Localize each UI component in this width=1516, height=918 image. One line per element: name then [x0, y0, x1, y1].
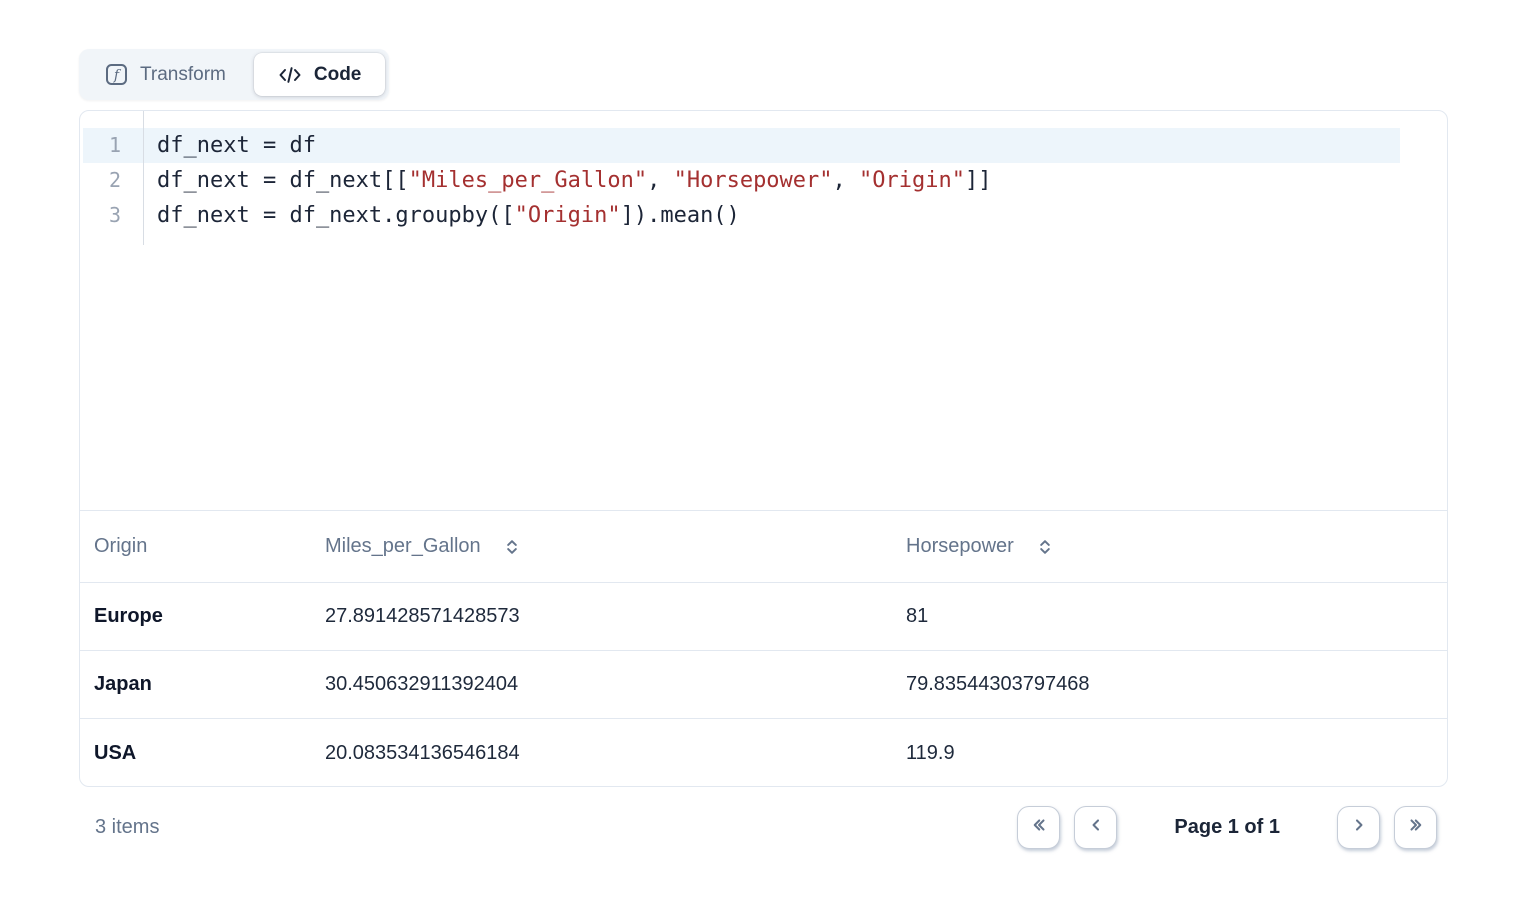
tab-transform[interactable]: f Transform [79, 53, 250, 96]
cell-origin: USA [94, 742, 325, 765]
view-tabbar: f Transform Code [79, 49, 389, 100]
code-token: , [647, 168, 674, 193]
column-header-miles-per-gallon[interactable]: Miles_per_Gallon [325, 535, 906, 558]
next-page-icon [1350, 816, 1368, 839]
sort-icon[interactable] [503, 538, 521, 556]
code-token: df_next = df_next.groupby([ [157, 203, 515, 228]
cell-horsepower: 119.9 [906, 742, 1447, 765]
code-text: df_next = df_next[["Miles_per_Gallon", "… [121, 163, 992, 198]
cell-horsepower: 79.83544303797468 [906, 673, 1447, 696]
line-number: 2 [83, 163, 121, 198]
cell-miles-per-gallon: 20.083534136546184 [325, 742, 906, 765]
table-row: Japan 30.450632911392404 79.835443037974… [80, 651, 1447, 719]
code-text: df_next = df_next.groupby(["Origin"]).me… [121, 198, 740, 233]
column-header-label: Miles_per_Gallon [325, 535, 481, 558]
tab-code-label: Code [314, 64, 362, 86]
previous-page-button[interactable] [1074, 806, 1117, 849]
code-token: df_next = df_next[[ [157, 168, 409, 193]
code-token: ]] [965, 168, 992, 193]
tab-code[interactable]: Code [254, 53, 386, 96]
code-icon [278, 66, 302, 84]
code-token-string: "Horsepower" [674, 168, 833, 193]
items-count: 3 items [95, 816, 159, 839]
function-icon: f [105, 63, 128, 86]
code-and-results-panel: 1 df_next = df 2 df_next = df_next[["Mil… [79, 110, 1448, 787]
code-line-2[interactable]: 2 df_next = df_next[["Miles_per_Gallon",… [83, 163, 1400, 198]
table-row: USA 20.083534136546184 119.9 [80, 719, 1447, 787]
code-line-1[interactable]: 1 df_next = df [83, 128, 1400, 163]
code-editor[interactable]: 1 df_next = df 2 df_next = df_next[["Mil… [80, 111, 1447, 511]
code-line-3[interactable]: 3 df_next = df_next.groupby(["Origin"]).… [83, 198, 1400, 233]
tab-transform-label: Transform [140, 64, 226, 86]
code-editor-content: 1 df_next = df 2 df_next = df_next[["Mil… [83, 111, 1447, 245]
line-number: 3 [83, 198, 121, 233]
code-token: ]).mean() [621, 203, 740, 228]
next-page-button[interactable] [1337, 806, 1380, 849]
page-indicator: Page 1 of 1 [1174, 816, 1280, 839]
gutter-divider [143, 111, 144, 245]
column-header-horsepower[interactable]: Horsepower [906, 535, 1447, 558]
column-header-origin: Origin [94, 535, 325, 558]
last-page-icon [1407, 816, 1425, 839]
cell-horsepower: 81 [906, 605, 1447, 628]
line-number: 1 [83, 128, 121, 163]
sort-icon[interactable] [1036, 538, 1054, 556]
svg-text:f: f [113, 68, 122, 84]
table-row: Europe 27.891428571428573 81 [80, 583, 1447, 651]
code-token-string: "Miles_per_Gallon" [409, 168, 647, 193]
pagination: Page 1 of 1 [1017, 806, 1437, 849]
column-header-label: Origin [94, 535, 147, 558]
column-header-label: Horsepower [906, 535, 1014, 558]
cell-miles-per-gallon: 27.891428571428573 [325, 605, 906, 628]
cell-origin: Europe [94, 605, 325, 628]
code-text: df_next = df [121, 128, 316, 163]
first-page-button[interactable] [1017, 806, 1060, 849]
cell-origin: Japan [94, 673, 325, 696]
table-footer: 3 items Page 1 of 1 [79, 787, 1448, 867]
previous-page-icon [1087, 816, 1105, 839]
table-header-row: Origin Miles_per_Gallon Horsepower [80, 511, 1447, 583]
code-token-string: "Origin" [859, 168, 965, 193]
code-token-string: "Origin" [515, 203, 621, 228]
last-page-button[interactable] [1394, 806, 1437, 849]
code-token: df_next = df [157, 133, 316, 158]
first-page-icon [1030, 816, 1048, 839]
cell-miles-per-gallon: 30.450632911392404 [325, 673, 906, 696]
code-token: , [833, 168, 860, 193]
